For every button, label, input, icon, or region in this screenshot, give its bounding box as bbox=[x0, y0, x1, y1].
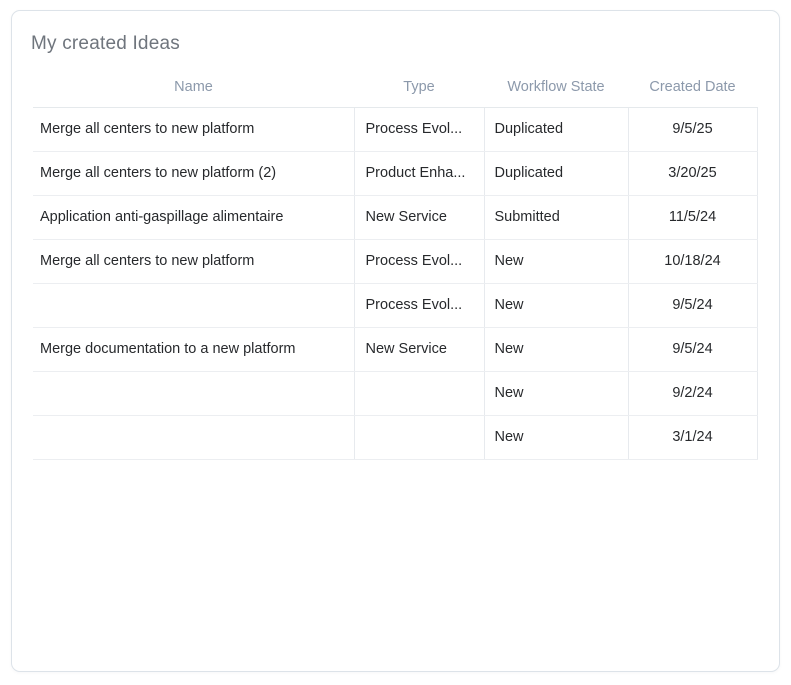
cell-name: Merge documentation to a new platform bbox=[33, 327, 354, 371]
cell-name bbox=[33, 371, 354, 415]
cell-type: New Service bbox=[354, 195, 484, 239]
column-header-workflow-state[interactable]: Workflow State bbox=[484, 77, 628, 107]
cell-workflow-state: New bbox=[484, 415, 628, 459]
column-header-created-date[interactable]: Created Date bbox=[628, 77, 757, 107]
cell-created-date: 9/5/25 bbox=[628, 107, 757, 151]
cell-created-date: 9/5/24 bbox=[628, 327, 757, 371]
cell-created-date: 3/20/25 bbox=[628, 151, 757, 195]
cell-name bbox=[33, 415, 354, 459]
table-row[interactable]: Process Evol...New9/5/24 bbox=[33, 283, 757, 327]
cell-workflow-state: Duplicated bbox=[484, 151, 628, 195]
card-title: My created Ideas bbox=[31, 33, 761, 55]
cell-type: Process Evol... bbox=[354, 239, 484, 283]
cell-name: Merge all centers to new platform bbox=[33, 239, 354, 283]
table-row[interactable]: Merge all centers to new platformProcess… bbox=[33, 107, 757, 151]
cell-workflow-state: New bbox=[484, 239, 628, 283]
column-header-name[interactable]: Name bbox=[33, 77, 354, 107]
cell-name bbox=[33, 283, 354, 327]
my-created-ideas-card: My created Ideas Name Type Workflow Stat… bbox=[11, 10, 780, 672]
cell-created-date: 3/1/24 bbox=[628, 415, 757, 459]
cell-name: Merge all centers to new platform bbox=[33, 107, 354, 151]
cell-name: Application anti-gaspillage alimentaire bbox=[33, 195, 354, 239]
cell-type: Process Evol... bbox=[354, 283, 484, 327]
table-row[interactable]: New3/1/24 bbox=[33, 415, 757, 459]
cell-workflow-state: New bbox=[484, 327, 628, 371]
table-row[interactable]: Merge all centers to new platformProcess… bbox=[33, 239, 757, 283]
cell-type: Process Evol... bbox=[354, 107, 484, 151]
cell-type: New Service bbox=[354, 327, 484, 371]
cell-workflow-state: New bbox=[484, 371, 628, 415]
cell-workflow-state: Submitted bbox=[484, 195, 628, 239]
ideas-table-body: Merge all centers to new platformProcess… bbox=[33, 107, 757, 459]
cell-workflow-state: New bbox=[484, 283, 628, 327]
cell-created-date: 9/5/24 bbox=[628, 283, 757, 327]
ideas-table: Name Type Workflow State Created Date Me… bbox=[33, 77, 758, 460]
table-row[interactable]: Merge all centers to new platform (2)Pro… bbox=[33, 151, 757, 195]
table-row[interactable]: Merge documentation to a new platformNew… bbox=[33, 327, 757, 371]
cell-created-date: 11/5/24 bbox=[628, 195, 757, 239]
cell-created-date: 9/2/24 bbox=[628, 371, 757, 415]
table-row[interactable]: New9/2/24 bbox=[33, 371, 757, 415]
cell-name: Merge all centers to new platform (2) bbox=[33, 151, 354, 195]
cell-type: Product Enha... bbox=[354, 151, 484, 195]
page-background: My created Ideas Name Type Workflow Stat… bbox=[0, 0, 791, 685]
cell-created-date: 10/18/24 bbox=[628, 239, 757, 283]
cell-type bbox=[354, 415, 484, 459]
cell-type bbox=[354, 371, 484, 415]
column-header-type[interactable]: Type bbox=[354, 77, 484, 107]
table-row[interactable]: Application anti-gaspillage alimentaireN… bbox=[33, 195, 757, 239]
cell-workflow-state: Duplicated bbox=[484, 107, 628, 151]
ideas-table-header: Name Type Workflow State Created Date bbox=[33, 77, 757, 107]
